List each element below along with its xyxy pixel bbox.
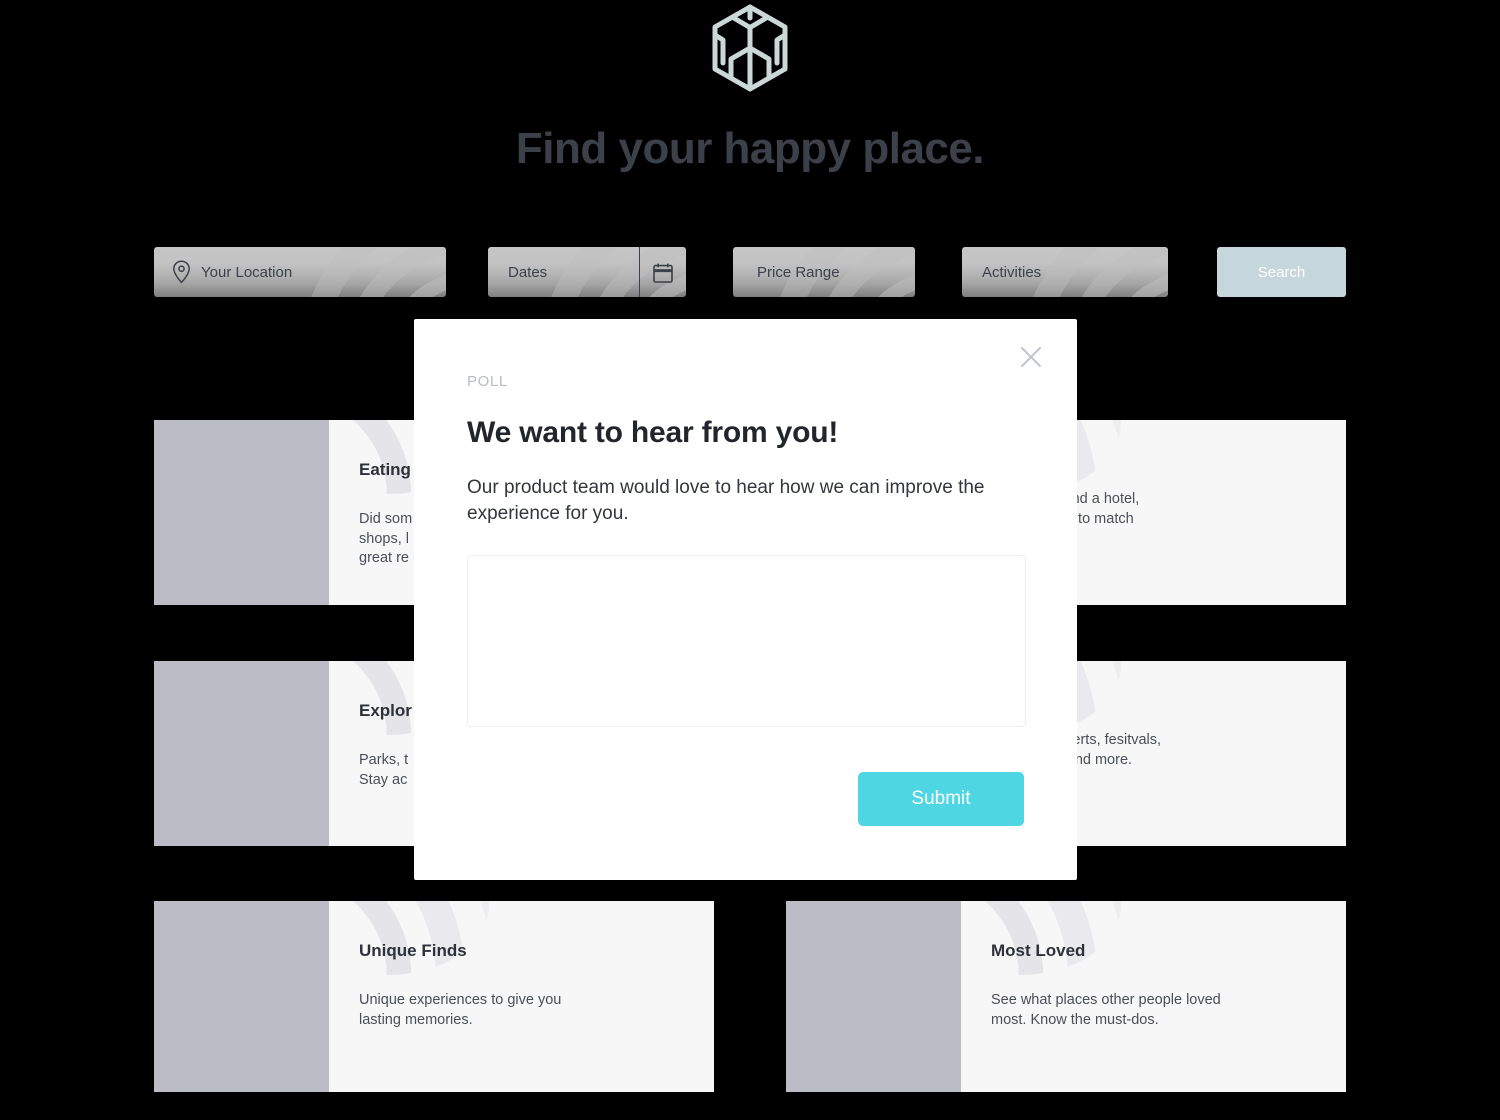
modal-actions: Submit xyxy=(467,772,1024,827)
search-input-activities[interactable]: Activities xyxy=(962,247,1168,297)
search-input-location[interactable]: Your Location xyxy=(154,247,446,297)
landing-page: Find your happy place. Your Location Dat… xyxy=(0,0,1500,1120)
brand-logo xyxy=(0,4,1500,92)
search-input-price-range[interactable]: Price Range xyxy=(733,247,915,297)
card-image-placeholder xyxy=(154,661,329,846)
category-card-unique-finds[interactable]: Unique Finds Unique experiences to give … xyxy=(154,901,714,1092)
category-card-most-loved[interactable]: Most Loved See what places other people … xyxy=(786,901,1346,1092)
search-button[interactable]: Search xyxy=(1217,247,1346,297)
card-body: Most Loved See what places other people … xyxy=(961,901,1346,1092)
divider xyxy=(639,247,640,297)
card-title: Unique Finds xyxy=(359,941,467,960)
poll-modal: POLL We want to hear from you! Our produ… xyxy=(414,319,1077,880)
search-input-activities-label: Activities xyxy=(982,263,1042,281)
search-bar: Your Location Dates Price Range Activiti… xyxy=(154,247,1346,297)
close-x-icon xyxy=(1021,347,1041,367)
search-input-dates-label: Dates xyxy=(508,263,548,281)
card-body: Unique Finds Unique experiences to give … xyxy=(329,901,714,1092)
modal-description: Our product team would love to hear how … xyxy=(467,477,985,525)
location-pin-icon xyxy=(173,260,190,284)
search-input-dates[interactable]: Dates xyxy=(488,247,686,297)
decorative-swirl xyxy=(329,901,489,975)
close-button[interactable] xyxy=(1011,337,1051,377)
modal-title: We want to hear from you! xyxy=(467,416,839,449)
page-title: Find your happy place. xyxy=(515,124,985,173)
feedback-textarea[interactable] xyxy=(467,555,1026,728)
decorative-swirl xyxy=(961,901,1121,975)
submit-button[interactable]: Submit xyxy=(858,772,1024,827)
modal-eyebrow-label: POLL xyxy=(467,373,508,390)
card-image-placeholder xyxy=(786,901,961,1092)
card-image-placeholder xyxy=(154,901,329,1092)
search-input-price-range-label: Price Range xyxy=(757,263,840,281)
card-image-placeholder xyxy=(154,420,329,605)
decorative-swirl xyxy=(286,247,446,297)
modal-content: POLL We want to hear from you! Our produ… xyxy=(414,319,1077,827)
search-input-location-label: Your Location xyxy=(201,263,293,281)
cube-logo-icon xyxy=(712,4,788,92)
card-title: Most Loved xyxy=(991,941,1086,960)
card-description: Unique experiences to give you lasting m… xyxy=(359,992,562,1028)
calendar-icon[interactable] xyxy=(652,262,674,284)
card-description: See what places other people loved most.… xyxy=(991,992,1221,1028)
